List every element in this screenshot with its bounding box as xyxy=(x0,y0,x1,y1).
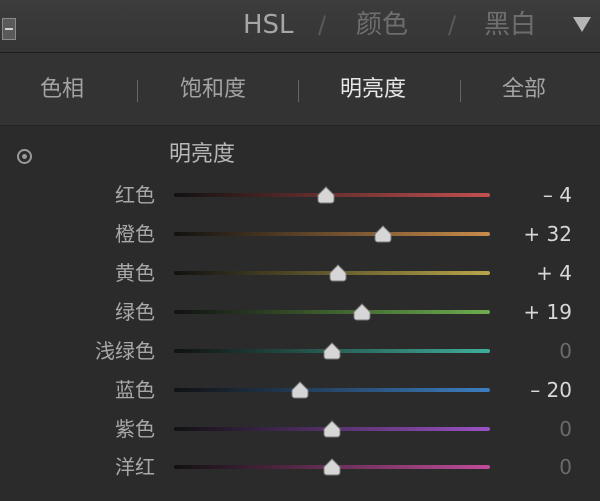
slider-value[interactable]: – 4 xyxy=(543,180,572,210)
slider-track[interactable] xyxy=(174,310,490,314)
section-title: 明亮度 xyxy=(169,142,236,167)
header-separator: / xyxy=(448,11,457,39)
slider-row: 浅绿色 0 xyxy=(0,334,600,368)
slider-label: 橙色 xyxy=(115,222,155,246)
collapse-toggle-icon[interactable] xyxy=(2,18,16,40)
panel-collapse-triangle-icon[interactable] xyxy=(573,17,591,32)
slider-row: 橙色 + 32 xyxy=(0,217,600,251)
slider-label: 红色 xyxy=(115,183,155,207)
tab-hue[interactable]: 色相 xyxy=(40,75,84,105)
color-mode-link[interactable]: 颜色 xyxy=(356,8,408,42)
slider-value[interactable]: + 19 xyxy=(523,297,572,327)
slider-value[interactable]: + 32 xyxy=(523,219,572,249)
header-separator: / xyxy=(318,11,327,39)
slider-row: 紫色 0 xyxy=(0,412,600,446)
slider-value[interactable]: – 20 xyxy=(530,375,572,405)
slider-row: 红色 – 4 xyxy=(0,178,600,212)
slider-row: 绿色 + 19 xyxy=(0,295,600,329)
slider-row: 洋红 0 xyxy=(0,450,600,484)
tab-divider xyxy=(460,80,461,102)
tab-bar: 色相 饱和度 明亮度 全部 xyxy=(0,53,600,126)
slider-value[interactable]: 0 xyxy=(559,414,572,444)
slider-track[interactable] xyxy=(174,388,490,392)
tab-luminance[interactable]: 明亮度 xyxy=(340,75,406,105)
slider-row: 黄色 + 4 xyxy=(0,256,600,290)
slider-label: 蓝色 xyxy=(115,378,155,402)
tab-all[interactable]: 全部 xyxy=(502,75,546,105)
target-adjustment-icon[interactable] xyxy=(17,149,32,164)
slider-label: 紫色 xyxy=(115,417,155,441)
slider-value[interactable]: 0 xyxy=(559,336,572,366)
hsl-mode-link[interactable]: HSL xyxy=(243,8,294,42)
tab-divider xyxy=(137,80,138,102)
tab-saturation[interactable]: 饱和度 xyxy=(180,75,246,105)
slider-label: 绿色 xyxy=(115,300,155,324)
panel-header: HSL / 颜色 / 黑白 xyxy=(0,0,600,53)
slider-label: 洋红 xyxy=(115,455,155,479)
slider-label: 黄色 xyxy=(115,261,155,285)
slider-row: 蓝色 – 20 xyxy=(0,373,600,407)
bw-mode-link[interactable]: 黑白 xyxy=(484,8,536,42)
slider-label: 浅绿色 xyxy=(95,339,155,363)
tab-divider xyxy=(298,80,299,102)
slider-track[interactable] xyxy=(174,232,490,236)
slider-value[interactable]: + 4 xyxy=(536,258,572,288)
slider-value[interactable]: 0 xyxy=(559,452,572,482)
